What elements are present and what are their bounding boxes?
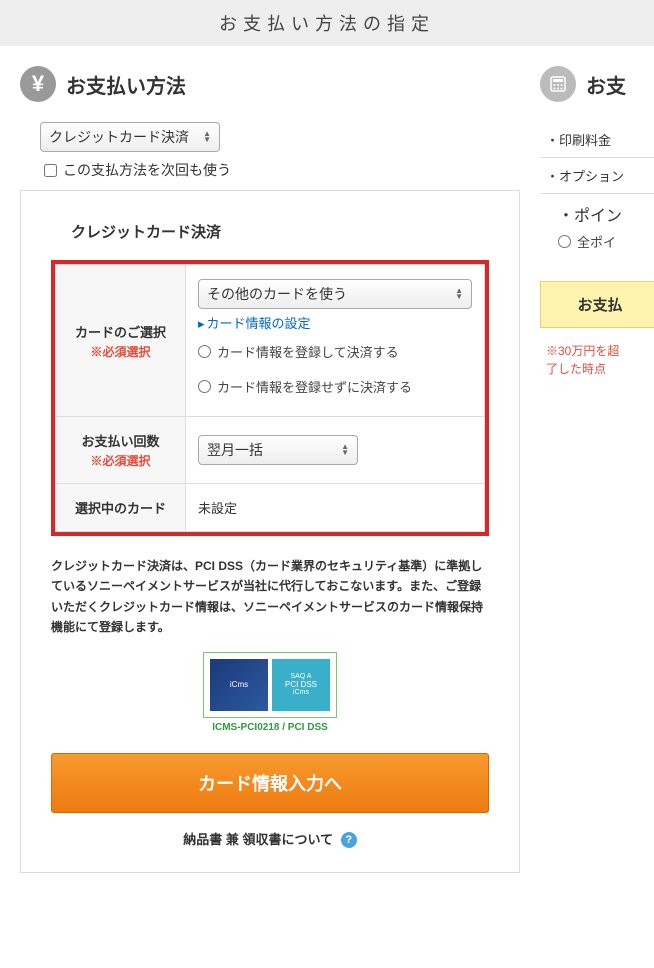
selected-card-row: 選択中のカード 未設定 [56,484,485,532]
installments-label-cell: お支払い回数 ※必須選択 [56,417,186,484]
card-select-row: カードのご選択 ※必須選択 その他のカードを使う ▲▼ ▸カード情報の設定 [56,265,485,417]
card-settings-link-text: カード情報の設定 [207,316,311,331]
register-card-label: カード情報を登録して決済する [217,342,399,361]
sidebar-title: お支 [586,70,626,99]
receipt-link-text: 納品書 兼 領収書について [183,832,333,847]
sidebar-list: ・印刷料金 ・オプション [540,122,654,194]
sidebar-cta-button[interactable]: お支払 [540,281,654,328]
card-select-required: ※必須選択 [68,343,173,360]
select-arrows-icon: ▲▼ [203,131,211,143]
payment-method-value: クレジットカード決済 [49,127,189,147]
section-header: ¥ お支払い方法 [20,66,520,102]
remember-checkbox[interactable] [44,164,57,177]
no-register-card-radio[interactable] [198,380,211,393]
cta-label: カード情報入力へ [198,774,342,794]
receipt-link[interactable]: 納品書 兼 領収書について ? [51,829,489,849]
selected-card-value-cell: 未設定 [186,484,485,532]
pcidss-badge-icon: SAQ A PCI DSS iCms [272,659,330,711]
card-select-label: カードのご選択 [75,325,166,340]
installments-required: ※必須選択 [68,452,173,469]
sidebar-cta-label: お支払 [577,297,622,314]
icms-badge-icon: iCms [210,659,268,711]
main-column: ¥ お支払い方法 クレジットカード決済 ▲▼ この支払方法を次回も使う クレジッ… [20,66,520,873]
installments-dropdown[interactable]: 翌月一括 ▲▼ [198,435,358,465]
installments-row: お支払い回数 ※必須選択 翌月一括 ▲▼ [56,417,485,484]
cert-label: ICMS-PCI0218 / PCI DSS [51,722,489,733]
sidebar-item-option: ・オプション [540,158,654,194]
panel-title: クレジットカード決済 [71,221,489,242]
remember-checkbox-row[interactable]: この支払方法を次回も使う [44,160,520,180]
select-arrows-icon: ▲▼ [341,444,349,456]
selected-card-value: 未設定 [198,501,237,516]
card-select-dropdown[interactable]: その他のカードを使う ▲▼ [198,279,472,309]
page-title: お支払い方法の指定 [219,14,435,34]
yen-icon: ¥ [20,66,56,102]
payment-method-select[interactable]: クレジットカード決済 ▲▼ [40,122,220,152]
card-settings-link[interactable]: ▸カード情報の設定 [198,313,472,332]
container: ¥ お支払い方法 クレジットカード決済 ▲▼ この支払方法を次回も使う クレジッ… [0,46,654,873]
highlight-box: カードのご選択 ※必須選択 その他のカードを使う ▲▼ ▸カード情報の設定 [51,260,489,536]
sidebar-points-radio-row[interactable]: 全ポイ [540,232,654,251]
cert-badges: iCms SAQ A PCI DSS iCms [203,652,337,718]
form-table: カードのご選択 ※必須選択 その他のカードを使う ▲▼ ▸カード情報の設定 [55,264,485,532]
installments-value: 翌月一括 [207,440,263,460]
arrow-icon: ▸ [198,316,205,331]
calculator-icon [540,66,576,102]
no-register-card-label: カード情報を登録せずに決済する [217,377,412,396]
section-title: お支払い方法 [66,70,186,99]
remember-label: この支払方法を次回も使う [63,160,231,180]
card-select-value: その他のカードを使う [207,284,347,304]
sidebar-header: お支 [540,66,654,102]
sidebar-column: お支 ・印刷料金 ・オプション ・ポイン 全ポイ お支払 ※30万円を超 了した… [540,66,654,873]
installments-label: お支払い回数 [81,434,159,449]
cert-box: iCms SAQ A PCI DSS iCms ICMS-PCI0218 / P… [51,652,489,733]
selected-card-label: 選択中のカード [75,501,166,516]
card-select-field-cell: その他のカードを使う ▲▼ ▸カード情報の設定 カード情報を登録して決済する [186,265,485,417]
method-select-wrap: クレジットカード決済 ▲▼ この支払方法を次回も使う [40,122,520,180]
selected-card-label-cell: 選択中のカード [56,484,186,532]
credit-card-panel: クレジットカード決済 カードのご選択 ※必須選択 その他のカードを使う ▲ [20,190,520,873]
pci-note: クレジットカード決済は、PCI DSS（カード業界のセキュリティ基準）に準拠して… [51,556,489,638]
card-select-label-cell: カードのご選択 ※必須選択 [56,265,186,417]
register-card-radio-row[interactable]: カード情報を登録して決済する [198,342,472,361]
sidebar-sub-point: ・ポイン [540,194,654,226]
help-icon[interactable]: ? [341,832,357,848]
sidebar-note: ※30万円を超 了した時点 [540,342,654,378]
select-arrows-icon: ▲▼ [455,288,463,300]
no-register-card-radio-row[interactable]: カード情報を登録せずに決済する [198,377,472,396]
card-input-cta-button[interactable]: カード情報入力へ [51,753,489,813]
sidebar-item-print-fee: ・印刷料金 [540,122,654,158]
page-title-bar: お支払い方法の指定 [0,0,654,46]
sidebar-points-radio[interactable] [558,235,571,248]
installments-field-cell: 翌月一括 ▲▼ [186,417,485,484]
sidebar-points-label: 全ポイ [577,232,616,251]
register-card-radio[interactable] [198,345,211,358]
